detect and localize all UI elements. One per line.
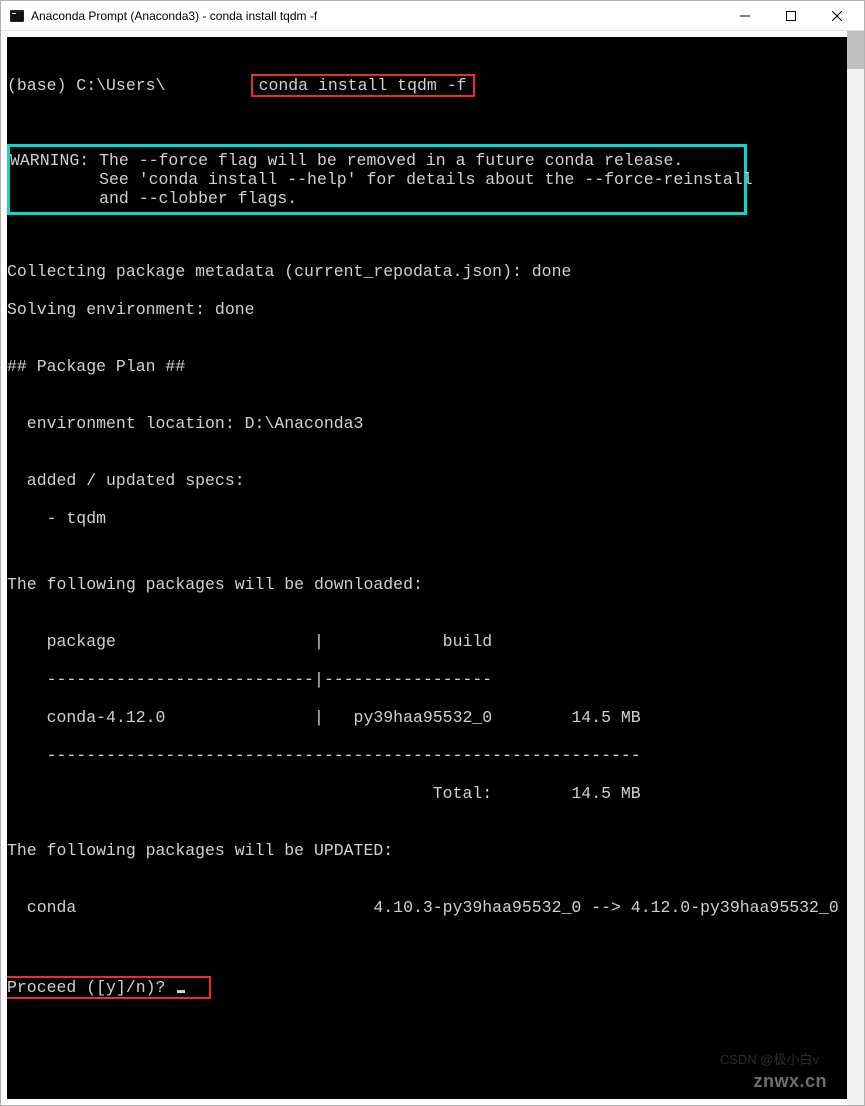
- status-line: Collecting package metadata (current_rep…: [7, 234, 847, 281]
- minimize-button[interactable]: [722, 1, 768, 30]
- warning-highlight: WARNING: The --force flag will be remove…: [7, 144, 747, 215]
- table-row: conda 4.10.3-py39haa95532_0 --> 4.12.0-p…: [7, 879, 847, 917]
- titlebar[interactable]: Anaconda Prompt (Anaconda3) - conda inst…: [1, 1, 864, 31]
- specs-header: added / updated specs:: [7, 452, 847, 490]
- plan-header: ## Package Plan ##: [7, 338, 847, 376]
- prompt-prefix: (base) C:\Users\: [7, 76, 165, 95]
- window-title: Anaconda Prompt (Anaconda3) - conda inst…: [31, 9, 722, 23]
- table-rule: ----------------------------------------…: [7, 746, 847, 765]
- vertical-scrollbar[interactable]: [847, 31, 864, 1105]
- proceed-prompt: Proceed ([y]/n)?: [7, 978, 175, 997]
- command-text: conda install tqdm -f: [259, 76, 467, 95]
- updates-header: The following packages will be UPDATED:: [7, 822, 847, 860]
- terminal-output[interactable]: (base) C:\Users\ conda install tqdm -f W…: [1, 31, 847, 1105]
- warning-line: WARNING: The --force flag will be remove…: [10, 151, 742, 170]
- spec-item: - tqdm: [7, 509, 847, 528]
- client-area: (base) C:\Users\ conda install tqdm -f W…: [1, 31, 864, 1105]
- table-total: Total: 14.5 MB: [7, 784, 847, 803]
- table-header: package | build: [7, 613, 847, 651]
- app-icon: [9, 8, 25, 24]
- table-row: conda-4.12.0 | py39haa95532_0 14.5 MB: [7, 708, 847, 727]
- cursor: [177, 990, 185, 993]
- proceed-highlight: Proceed ([y]/n)?: [5, 976, 211, 999]
- close-button[interactable]: [814, 1, 860, 30]
- downloads-header: The following packages will be downloade…: [7, 547, 847, 594]
- window-frame: Anaconda Prompt (Anaconda3) - conda inst…: [0, 0, 865, 1106]
- warning-line: and --clobber flags.: [10, 189, 742, 208]
- maximize-button[interactable]: [768, 1, 814, 30]
- command-highlight: conda install tqdm -f: [251, 74, 475, 97]
- table-rule: ---------------------------|------------…: [7, 670, 847, 689]
- watermark-site: znwx.cn: [753, 1072, 827, 1091]
- status-line: Solving environment: done: [7, 300, 847, 319]
- env-location: environment location: D:\Anaconda3: [7, 395, 847, 433]
- watermark-credit: CSDN @极小白v: [720, 1050, 819, 1069]
- scrollbar-thumb[interactable]: [847, 31, 864, 69]
- warning-line: See 'conda install --help' for details a…: [10, 170, 742, 189]
